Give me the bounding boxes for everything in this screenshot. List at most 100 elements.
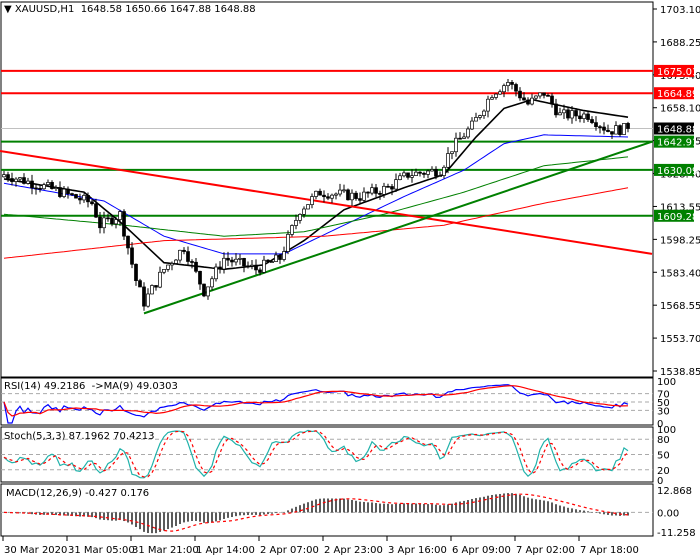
- candle: [598, 126, 602, 129]
- candle: [66, 188, 70, 194]
- candle: [350, 192, 354, 201]
- candle: [134, 263, 138, 281]
- candle: [6, 174, 10, 179]
- candle: [386, 185, 390, 188]
- candle: [366, 191, 370, 194]
- candle: [262, 259, 266, 273]
- candle: [618, 125, 622, 135]
- candle: [90, 201, 94, 205]
- ohlc-values: 1648.58 1650.66 1647.88 1648.88: [80, 4, 256, 15]
- candle: [546, 95, 550, 97]
- candle: [394, 179, 398, 190]
- candle: [34, 187, 38, 190]
- x-tick-label: 6 Apr 09:00: [452, 545, 511, 556]
- candle: [390, 186, 394, 190]
- candle: [586, 113, 590, 120]
- current-price-label: 1648.88: [657, 124, 698, 135]
- candle: [230, 259, 234, 263]
- candle: [218, 266, 222, 270]
- stoch-tick-label: 80: [657, 435, 670, 446]
- candle: [146, 293, 150, 307]
- x-tick-label: 2 Apr 07:00: [260, 545, 319, 556]
- candle: [174, 259, 178, 264]
- candle: [94, 203, 98, 218]
- candle: [2, 174, 6, 178]
- candle: [514, 84, 518, 92]
- candle: [318, 190, 322, 196]
- dropdown-triangle-icon[interactable]: ▼: [4, 4, 15, 15]
- candle: [414, 171, 418, 177]
- candle: [166, 264, 170, 270]
- candle: [378, 192, 382, 195]
- y-tick-label: 1568.55: [660, 301, 700, 312]
- main-panel: [0, 1, 654, 378]
- candle: [150, 285, 154, 295]
- candle: [122, 211, 126, 237]
- candle: [194, 261, 198, 272]
- candle: [234, 258, 238, 263]
- candle: [294, 220, 298, 226]
- x-tick-label: 31 Mar 21:00: [132, 545, 199, 556]
- candle: [494, 93, 498, 98]
- candle: [282, 251, 286, 260]
- candle: [470, 120, 474, 130]
- candle: [210, 278, 214, 288]
- candle: [418, 171, 422, 174]
- x-tick-label: 3 Apr 16:00: [388, 545, 447, 556]
- candle: [270, 261, 274, 263]
- x-tick-label: 30 Mar 2020: [4, 545, 67, 556]
- candle: [450, 151, 454, 154]
- candle: [222, 257, 226, 270]
- candle: [50, 182, 54, 189]
- candle: [610, 131, 614, 135]
- candle: [526, 99, 530, 105]
- candle: [570, 110, 574, 119]
- candle: [286, 234, 290, 252]
- candle: [478, 115, 482, 118]
- candle: [126, 235, 130, 249]
- level-price-label: 1630.09: [657, 166, 698, 177]
- candle: [54, 187, 58, 189]
- candle: [402, 172, 406, 177]
- candle: [214, 266, 218, 280]
- candle: [506, 82, 510, 87]
- candle: [622, 123, 626, 135]
- stoch-tick-label: 50: [657, 451, 670, 462]
- candle: [74, 194, 78, 199]
- candle: [98, 216, 102, 229]
- level-price-label: 1664.89: [657, 89, 698, 100]
- candle: [442, 166, 446, 176]
- trading-chart[interactable]: 1703.101688.251673.401658.101643.251628.…: [0, 0, 700, 560]
- candle: [358, 198, 362, 201]
- trend-line: [0, 149, 653, 255]
- candle: [250, 264, 254, 267]
- candle: [274, 254, 278, 262]
- candle: [182, 249, 186, 252]
- candle: [246, 265, 250, 268]
- stoch-label: Stoch(5,3,3) 87.1962 70.4213: [4, 431, 155, 442]
- candle: [498, 91, 502, 95]
- candle: [314, 190, 318, 197]
- y-tick-label: 1688.25: [660, 38, 700, 49]
- candle: [290, 225, 294, 235]
- candle: [334, 193, 338, 196]
- candle: [158, 271, 162, 288]
- candle: [558, 112, 562, 116]
- macd-tick-label: 12.868: [657, 486, 692, 497]
- candle: [522, 97, 526, 101]
- candle: [534, 95, 538, 99]
- candle: [254, 264, 258, 271]
- candle: [178, 249, 182, 261]
- candle: [458, 137, 462, 140]
- candle: [298, 214, 302, 221]
- candle: [454, 137, 458, 153]
- candle: [206, 286, 210, 297]
- candle: [486, 98, 490, 112]
- candle: [578, 115, 582, 119]
- candle: [138, 280, 142, 288]
- chart-canvas[interactable]: 1703.101688.251673.401658.101643.251628.…: [0, 0, 700, 560]
- candle: [554, 103, 558, 116]
- candle: [86, 194, 90, 203]
- candle: [326, 196, 330, 199]
- x-tick-label: 2 Apr 23:00: [324, 545, 383, 556]
